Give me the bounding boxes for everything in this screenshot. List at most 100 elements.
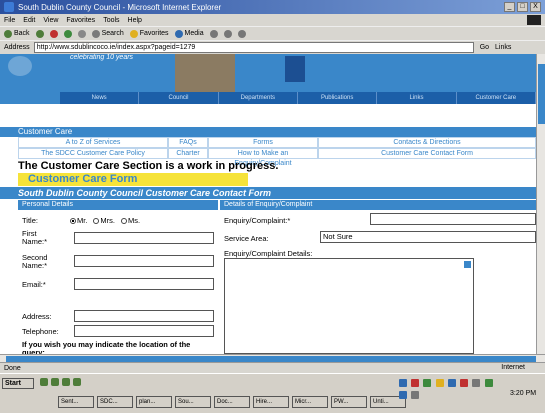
browser-toolbar: Back Search Favorites Media [0,26,545,40]
banner-photo [175,54,235,92]
refresh-button[interactable] [63,29,72,38]
telephone-label: Telephone: [22,327,59,336]
task-button[interactable]: SDC... [97,396,133,408]
page-vertical-scrollbar[interactable] [536,54,545,354]
link-policy[interactable]: The SDCC Customer Care Policy [18,148,168,159]
menu-tools[interactable]: Tools [103,17,119,24]
forward-button[interactable] [35,29,44,38]
tray-icon[interactable] [399,391,407,399]
stop-icon [49,29,58,38]
back-button[interactable]: Back [4,29,30,38]
link-a-to-z[interactable]: A to Z of Services [18,137,168,148]
task-button[interactable]: PW... [331,396,367,408]
menu-help[interactable]: Help [128,17,142,24]
enquiry-label: Enquiry/Complaint:* [224,216,291,225]
link-contacts[interactable]: Contacts & Directions [318,137,536,148]
media-button[interactable]: Media [174,29,204,38]
tray-icon[interactable] [423,379,432,387]
history-button[interactable] [209,29,218,38]
task-button[interactable]: Sou... [175,396,211,408]
menu-view[interactable]: View [43,17,58,24]
maximize-button[interactable]: □ [517,2,528,12]
task-button[interactable]: Doc... [214,396,250,408]
title-mrs-option[interactable]: Mrs. [93,216,115,225]
address-bar: Address http://www.sdublincoco.ie/index.… [0,40,545,54]
tray-icon[interactable] [411,391,420,399]
go-button[interactable]: Go [480,44,489,51]
nav-departments[interactable]: Departments [219,92,298,104]
scroll-thumb[interactable] [538,64,545,124]
telephone-input[interactable] [74,325,214,337]
favorites-button[interactable]: Favorites [129,29,169,38]
tray-icon[interactable] [460,379,469,387]
nav-publications[interactable]: Publications [298,92,378,104]
enquiry-input[interactable] [370,213,536,225]
stop-button[interactable] [49,29,58,38]
home-button[interactable] [77,29,86,38]
second-name-input[interactable] [74,255,214,267]
email-input[interactable] [74,278,214,290]
link-faqs[interactable]: FAQs [168,137,208,148]
refresh-icon [63,29,72,38]
title-ms-option[interactable]: Ms. [121,216,140,225]
taskbar-clock: 3:20 PM [510,390,537,397]
site-banner: celebrating 10 years News Council Depart… [0,54,536,104]
link-forms[interactable]: Forms [208,137,318,148]
menu-edit[interactable]: Edit [23,17,35,24]
first-name-input[interactable] [74,232,214,244]
menu-favorites[interactable]: Favorites [66,17,95,24]
forward-arrow-icon [35,29,44,38]
address-input[interactable] [74,310,214,322]
page-horizontal-scrollbar[interactable] [0,354,545,362]
service-area-value: Not Sure [323,232,353,241]
service-area-select[interactable]: Not Sure [320,231,536,243]
tray-icon[interactable] [484,379,493,387]
search-icon [91,29,100,38]
start-button[interactable]: Start [2,378,34,389]
close-button[interactable]: X [530,2,541,12]
tray-icon[interactable] [472,379,481,387]
anniversary-logo-icon [285,56,305,82]
task-button[interactable]: plan... [136,396,172,408]
nav-links[interactable]: Links [377,92,457,104]
mail-icon [223,29,232,38]
links-button[interactable]: Links [495,44,511,51]
customer-care-form-title: Customer Care Form [18,173,248,186]
nav-news[interactable]: News [60,92,140,104]
menu-file[interactable]: File [4,17,15,24]
site-nav: News Council Departments Publications Li… [60,92,536,104]
tray-icon[interactable] [447,379,456,387]
media-icon [174,29,183,38]
title-radio-group: Mr. Mrs. Ms. [70,216,140,225]
tray-icon[interactable] [411,379,420,387]
task-button[interactable]: Micr... [292,396,328,408]
link-charter[interactable]: Charter [168,148,208,159]
first-name-label: First Name:* [22,229,48,246]
url-input[interactable]: http://www.sdublincoco.ie/index.aspx?pag… [33,42,474,53]
nav-council[interactable]: Council [139,92,219,104]
print-button[interactable] [237,29,246,38]
quick-launch-icon[interactable] [73,378,81,386]
quick-launch-icon[interactable] [62,378,70,386]
radio-checked-icon [70,218,76,225]
quick-launch-icon[interactable] [40,378,48,386]
task-button[interactable]: Hire... [253,396,289,408]
status-bar: Done Internet [0,362,545,373]
link-contact-form[interactable]: Customer Care Contact Form [318,148,536,159]
task-button[interactable]: Sent... [58,396,94,408]
scroll-up-icon[interactable] [464,261,471,268]
search-button[interactable]: Search [91,29,124,38]
link-how-to-enquire[interactable]: How to Make an Enquiry/Complaint [208,148,318,167]
location-label: If you wish you may indicate the locatio… [22,340,191,355]
system-tray [398,378,498,410]
url-text: http://www.sdublincoco.ie/index.aspx?pag… [36,44,196,51]
title-mr-option[interactable]: Mr. [70,216,87,225]
details-textarea[interactable] [224,258,474,354]
mail-button[interactable] [223,29,232,38]
nav-customer-care[interactable]: Customer Care [457,92,536,104]
tray-icon[interactable] [399,379,407,387]
second-name-label: Second Name:* [22,253,48,270]
minimize-button[interactable]: _ [504,2,515,12]
quick-launch-icon[interactable] [51,378,59,386]
tray-icon[interactable] [435,379,444,387]
